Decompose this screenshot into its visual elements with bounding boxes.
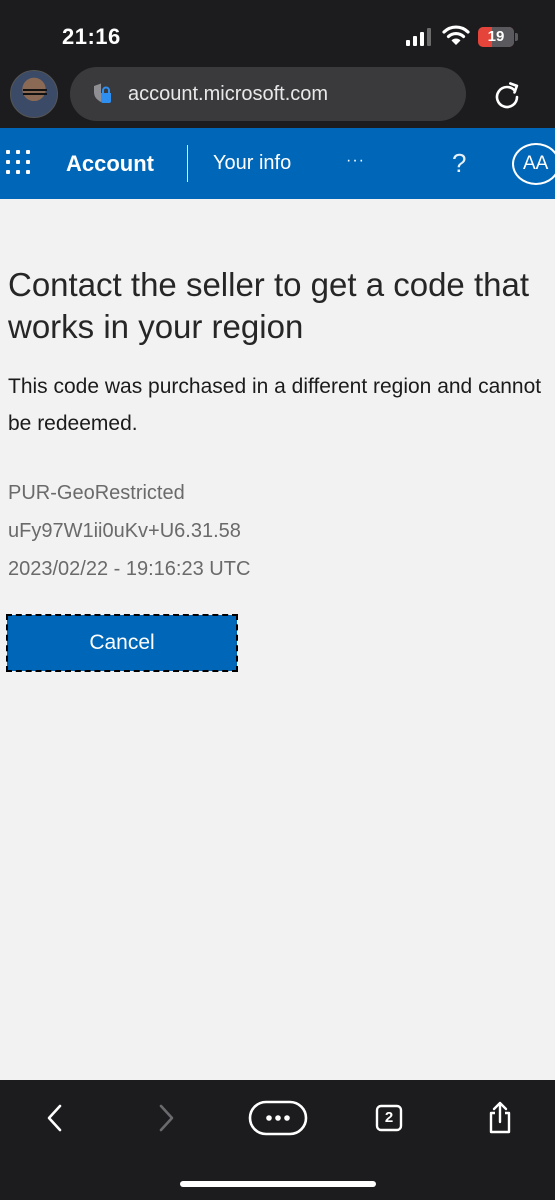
reload-icon[interactable] — [492, 80, 522, 110]
more-options-icon[interactable] — [248, 1100, 308, 1136]
more-menu-icon[interactable]: ··· — [346, 128, 365, 199]
brand-link[interactable]: Account — [66, 128, 154, 199]
status-time: 21:16 — [62, 24, 121, 49]
correlation-id: uFy97W1ii0uKv+U6.31.58 — [8, 520, 241, 542]
app-launcher-icon[interactable] — [6, 150, 36, 180]
wifi-icon — [442, 25, 470, 45]
forward-icon[interactable] — [153, 1100, 179, 1136]
nav-your-info[interactable]: Your info — [213, 128, 291, 199]
back-icon[interactable] — [42, 1100, 68, 1136]
tab-count: 2 — [384, 1109, 394, 1126]
share-icon[interactable] — [486, 1100, 514, 1136]
user-avatar-button[interactable]: AA — [512, 143, 555, 185]
error-timestamp: 2023/02/22 - 19:16:23 UTC — [8, 558, 251, 580]
error-code: PUR-GeoRestricted — [8, 482, 185, 504]
header-divider — [187, 145, 188, 182]
tabs-button[interactable]: 2 — [375, 1100, 403, 1136]
url-text[interactable]: account.microsoft.com — [128, 67, 328, 121]
address-bar[interactable]: account.microsoft.com — [70, 67, 466, 121]
account-header: Account Your info ··· ? AA — [0, 128, 555, 199]
battery-level: 19 — [487, 28, 505, 45]
browser-toolbar: 2 — [0, 1080, 555, 1200]
cancel-button[interactable]: Cancel — [6, 614, 238, 672]
error-details: PUR-GeoRestricted uFy97W1ii0uKv+U6.31.58… — [8, 474, 250, 588]
profile-avatar[interactable] — [10, 70, 58, 118]
battery-indicator: 19 — [478, 27, 518, 47]
cellular-signal-icon — [406, 28, 431, 46]
page-title: Contact the seller to get a code that wo… — [8, 266, 529, 345]
help-icon[interactable]: ? — [452, 128, 466, 199]
home-indicator[interactable] — [180, 1181, 376, 1187]
error-message: This code was purchased in a different r… — [8, 375, 542, 435]
tracking-protection-icon[interactable] — [90, 82, 114, 106]
browser-chrome: 21:16 19 account.microsoft.com — [0, 0, 555, 128]
